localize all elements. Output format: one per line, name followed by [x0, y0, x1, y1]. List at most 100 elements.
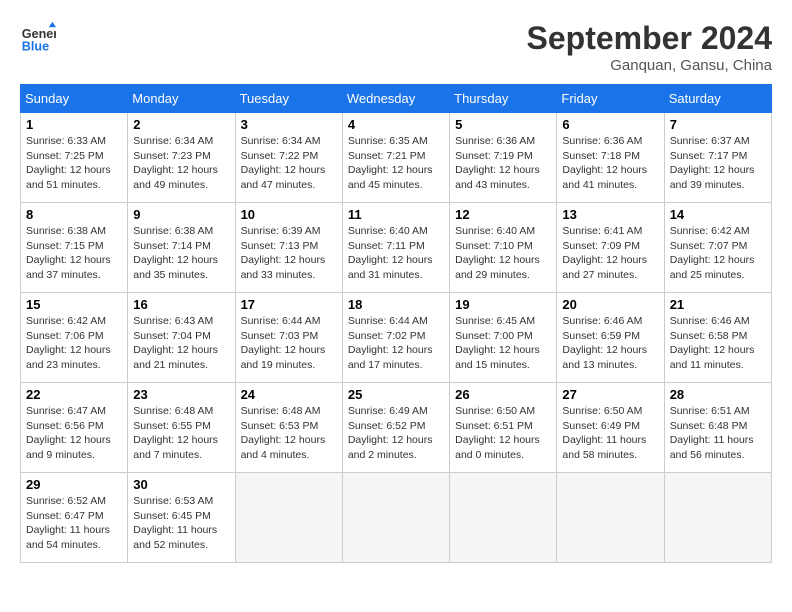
calendar-cell: 26 Sunrise: 6:50 AMSunset: 6:51 PMDaylig… [450, 383, 557, 473]
cell-info: Sunrise: 6:42 AMSunset: 7:06 PMDaylight:… [26, 315, 111, 371]
calendar-cell: 23 Sunrise: 6:48 AMSunset: 6:55 PMDaylig… [128, 383, 235, 473]
cell-info: Sunrise: 6:40 AMSunset: 7:10 PMDaylight:… [455, 225, 540, 281]
cell-info: Sunrise: 6:42 AMSunset: 7:07 PMDaylight:… [670, 225, 755, 281]
calendar-row: 15 Sunrise: 6:42 AMSunset: 7:06 PMDaylig… [21, 293, 772, 383]
cell-info: Sunrise: 6:34 AMSunset: 7:22 PMDaylight:… [241, 135, 326, 191]
calendar-cell: 11 Sunrise: 6:40 AMSunset: 7:11 PMDaylig… [342, 203, 449, 293]
title-block: September 2024 Ganquan, Gansu, China [527, 20, 772, 74]
logo: General Blue [20, 20, 56, 56]
header-wednesday: Wednesday [342, 85, 449, 113]
header-monday: Monday [128, 85, 235, 113]
calendar-cell: 16 Sunrise: 6:43 AMSunset: 7:04 PMDaylig… [128, 293, 235, 383]
day-number: 30 [133, 477, 229, 492]
day-number: 6 [562, 117, 658, 132]
cell-info: Sunrise: 6:35 AMSunset: 7:21 PMDaylight:… [348, 135, 433, 191]
calendar-row: 29 Sunrise: 6:52 AMSunset: 6:47 PMDaylig… [21, 473, 772, 563]
header-sunday: Sunday [21, 85, 128, 113]
cell-info: Sunrise: 6:48 AMSunset: 6:53 PMDaylight:… [241, 405, 326, 461]
day-number: 28 [670, 387, 766, 402]
calendar-cell: 8 Sunrise: 6:38 AMSunset: 7:15 PMDayligh… [21, 203, 128, 293]
calendar-cell: 2 Sunrise: 6:34 AMSunset: 7:23 PMDayligh… [128, 113, 235, 203]
calendar-cell [235, 473, 342, 563]
calendar-cell: 28 Sunrise: 6:51 AMSunset: 6:48 PMDaylig… [664, 383, 771, 473]
day-number: 26 [455, 387, 551, 402]
cell-info: Sunrise: 6:50 AMSunset: 6:49 PMDaylight:… [562, 405, 646, 461]
cell-info: Sunrise: 6:41 AMSunset: 7:09 PMDaylight:… [562, 225, 647, 281]
cell-info: Sunrise: 6:49 AMSunset: 6:52 PMDaylight:… [348, 405, 433, 461]
calendar-cell [450, 473, 557, 563]
day-number: 15 [26, 297, 122, 312]
calendar-cell: 27 Sunrise: 6:50 AMSunset: 6:49 PMDaylig… [557, 383, 664, 473]
calendar-cell: 18 Sunrise: 6:44 AMSunset: 7:02 PMDaylig… [342, 293, 449, 383]
calendar-cell: 12 Sunrise: 6:40 AMSunset: 7:10 PMDaylig… [450, 203, 557, 293]
cell-info: Sunrise: 6:43 AMSunset: 7:04 PMDaylight:… [133, 315, 218, 371]
cell-info: Sunrise: 6:45 AMSunset: 7:00 PMDaylight:… [455, 315, 540, 371]
day-number: 5 [455, 117, 551, 132]
cell-info: Sunrise: 6:46 AMSunset: 6:58 PMDaylight:… [670, 315, 755, 371]
cell-info: Sunrise: 6:44 AMSunset: 7:02 PMDaylight:… [348, 315, 433, 371]
calendar-cell: 19 Sunrise: 6:45 AMSunset: 7:00 PMDaylig… [450, 293, 557, 383]
cell-info: Sunrise: 6:33 AMSunset: 7:25 PMDaylight:… [26, 135, 111, 191]
calendar-cell: 9 Sunrise: 6:38 AMSunset: 7:14 PMDayligh… [128, 203, 235, 293]
calendar-cell: 13 Sunrise: 6:41 AMSunset: 7:09 PMDaylig… [557, 203, 664, 293]
day-number: 10 [241, 207, 337, 222]
calendar-cell [557, 473, 664, 563]
calendar-cell: 29 Sunrise: 6:52 AMSunset: 6:47 PMDaylig… [21, 473, 128, 563]
header-thursday: Thursday [450, 85, 557, 113]
calendar-cell: 1 Sunrise: 6:33 AMSunset: 7:25 PMDayligh… [21, 113, 128, 203]
cell-info: Sunrise: 6:38 AMSunset: 7:15 PMDaylight:… [26, 225, 111, 281]
location-subtitle: Ganquan, Gansu, China [527, 57, 772, 74]
calendar-table: Sunday Monday Tuesday Wednesday Thursday… [20, 84, 772, 563]
cell-info: Sunrise: 6:38 AMSunset: 7:14 PMDaylight:… [133, 225, 218, 281]
calendar-cell [664, 473, 771, 563]
calendar-cell: 3 Sunrise: 6:34 AMSunset: 7:22 PMDayligh… [235, 113, 342, 203]
day-number: 24 [241, 387, 337, 402]
day-number: 2 [133, 117, 229, 132]
day-number: 17 [241, 297, 337, 312]
cell-info: Sunrise: 6:37 AMSunset: 7:17 PMDaylight:… [670, 135, 755, 191]
calendar-cell: 17 Sunrise: 6:44 AMSunset: 7:03 PMDaylig… [235, 293, 342, 383]
day-number: 27 [562, 387, 658, 402]
day-number: 25 [348, 387, 444, 402]
header-tuesday: Tuesday [235, 85, 342, 113]
calendar-row: 1 Sunrise: 6:33 AMSunset: 7:25 PMDayligh… [21, 113, 772, 203]
day-number: 22 [26, 387, 122, 402]
logo-icon: General Blue [20, 20, 56, 56]
calendar-cell: 20 Sunrise: 6:46 AMSunset: 6:59 PMDaylig… [557, 293, 664, 383]
page-header: General Blue September 2024 Ganquan, Gan… [20, 20, 772, 74]
day-number: 20 [562, 297, 658, 312]
calendar-cell: 24 Sunrise: 6:48 AMSunset: 6:53 PMDaylig… [235, 383, 342, 473]
cell-info: Sunrise: 6:44 AMSunset: 7:03 PMDaylight:… [241, 315, 326, 371]
calendar-cell: 7 Sunrise: 6:37 AMSunset: 7:17 PMDayligh… [664, 113, 771, 203]
calendar-cell: 25 Sunrise: 6:49 AMSunset: 6:52 PMDaylig… [342, 383, 449, 473]
calendar-cell [342, 473, 449, 563]
calendar-cell: 6 Sunrise: 6:36 AMSunset: 7:18 PMDayligh… [557, 113, 664, 203]
day-number: 21 [670, 297, 766, 312]
cell-info: Sunrise: 6:51 AMSunset: 6:48 PMDaylight:… [670, 405, 754, 461]
month-title: September 2024 [527, 20, 772, 57]
calendar-cell: 4 Sunrise: 6:35 AMSunset: 7:21 PMDayligh… [342, 113, 449, 203]
calendar-cell: 21 Sunrise: 6:46 AMSunset: 6:58 PMDaylig… [664, 293, 771, 383]
cell-info: Sunrise: 6:47 AMSunset: 6:56 PMDaylight:… [26, 405, 111, 461]
cell-info: Sunrise: 6:48 AMSunset: 6:55 PMDaylight:… [133, 405, 218, 461]
cell-info: Sunrise: 6:36 AMSunset: 7:18 PMDaylight:… [562, 135, 647, 191]
calendar-cell: 15 Sunrise: 6:42 AMSunset: 7:06 PMDaylig… [21, 293, 128, 383]
day-number: 12 [455, 207, 551, 222]
day-number: 23 [133, 387, 229, 402]
day-number: 9 [133, 207, 229, 222]
day-number: 18 [348, 297, 444, 312]
cell-info: Sunrise: 6:36 AMSunset: 7:19 PMDaylight:… [455, 135, 540, 191]
cell-info: Sunrise: 6:39 AMSunset: 7:13 PMDaylight:… [241, 225, 326, 281]
day-number: 19 [455, 297, 551, 312]
calendar-row: 22 Sunrise: 6:47 AMSunset: 6:56 PMDaylig… [21, 383, 772, 473]
calendar-cell: 14 Sunrise: 6:42 AMSunset: 7:07 PMDaylig… [664, 203, 771, 293]
day-number: 3 [241, 117, 337, 132]
cell-info: Sunrise: 6:34 AMSunset: 7:23 PMDaylight:… [133, 135, 218, 191]
day-number: 1 [26, 117, 122, 132]
day-number: 13 [562, 207, 658, 222]
day-number: 8 [26, 207, 122, 222]
calendar-cell: 22 Sunrise: 6:47 AMSunset: 6:56 PMDaylig… [21, 383, 128, 473]
cell-info: Sunrise: 6:40 AMSunset: 7:11 PMDaylight:… [348, 225, 433, 281]
cell-info: Sunrise: 6:46 AMSunset: 6:59 PMDaylight:… [562, 315, 647, 371]
day-number: 14 [670, 207, 766, 222]
